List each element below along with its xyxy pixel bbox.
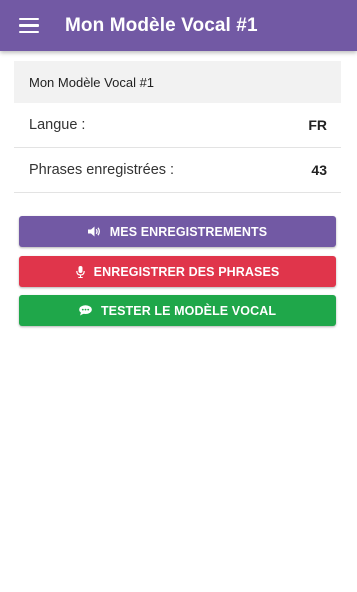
language-label: Langue : bbox=[29, 117, 86, 133]
hamburger-menu-icon[interactable] bbox=[19, 17, 39, 34]
recorded-phrases-row: Phrases enregistrées : 43 bbox=[14, 148, 341, 193]
model-info-card: Mon Modèle Vocal #1 Langue : FR Phrases … bbox=[14, 61, 341, 193]
my-recordings-label: MES ENREGISTREMENTS bbox=[109, 224, 268, 239]
app-bar: Mon Modèle Vocal #1 bbox=[0, 0, 357, 51]
test-voice-model-button[interactable]: TESTER LE MODÈLE VOCAL bbox=[19, 295, 336, 326]
language-row: Langue : FR bbox=[14, 103, 341, 148]
language-value: FR bbox=[308, 117, 327, 133]
card-header: Mon Modèle Vocal #1 bbox=[14, 61, 341, 103]
microphone-icon bbox=[75, 265, 85, 278]
recorded-phrases-value: 43 bbox=[311, 162, 327, 178]
chat-bubble-icon bbox=[79, 305, 92, 316]
test-voice-model-label: TESTER LE MODÈLE VOCAL bbox=[100, 303, 277, 318]
my-recordings-button[interactable]: MES ENREGISTREMENTS bbox=[19, 216, 336, 247]
speaker-icon bbox=[87, 226, 101, 237]
recorded-phrases-label: Phrases enregistrées : bbox=[29, 162, 175, 178]
record-phrases-button[interactable]: ENREGISTRER DES PHRASES bbox=[19, 256, 336, 287]
record-phrases-label: ENREGISTRER DES PHRASES bbox=[93, 264, 280, 279]
app-title: Mon Modèle Vocal #1 bbox=[65, 14, 258, 36]
